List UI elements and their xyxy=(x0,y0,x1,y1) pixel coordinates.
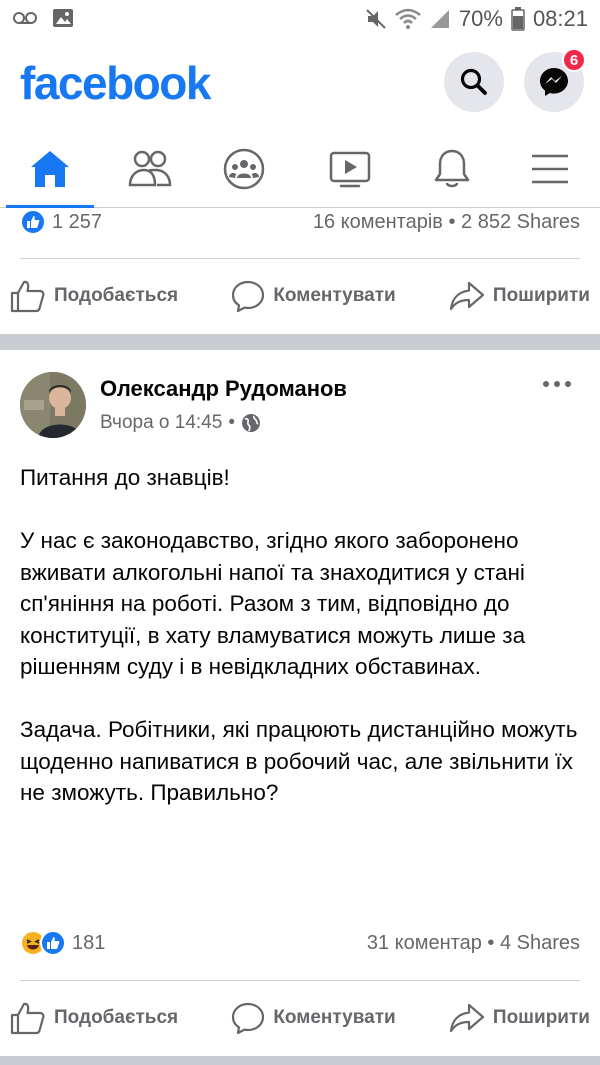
post-header: Олександр Рудоманов Вчора о 14:45 • xyxy=(0,358,600,448)
search-button[interactable] xyxy=(444,52,504,112)
like-button[interactable]: Подобається xyxy=(10,1001,178,1035)
status-bar: 70% 08:21 xyxy=(0,0,600,40)
prev-likes-count: 1 257 xyxy=(52,210,103,233)
post-separator xyxy=(0,334,600,350)
post-reactions[interactable]: 181 xyxy=(20,930,105,956)
reactions-count: 181 xyxy=(72,931,106,954)
clock: 08:21 xyxy=(532,6,588,31)
post-time[interactable]: Вчора о 14:45 xyxy=(100,412,222,434)
post-author[interactable]: Олександр Рудоманов xyxy=(100,376,347,402)
messenger-badge: 6 xyxy=(562,48,586,72)
share-icon xyxy=(449,281,485,311)
gallery-icon xyxy=(53,9,73,27)
like-label: Подобається xyxy=(54,1007,179,1028)
bell-icon xyxy=(434,149,470,188)
share-label: Поширити xyxy=(492,285,590,306)
comment-button[interactable]: Коментувати xyxy=(231,280,396,312)
messenger-icon xyxy=(540,68,568,96)
post-paragraph: У нас є законодавство, згідно якого забо… xyxy=(20,528,526,679)
prev-reactions[interactable]: 1 257 xyxy=(20,209,102,235)
watch-icon xyxy=(329,151,371,188)
post-actions: Подобається Коментувати Поширити xyxy=(0,988,600,1048)
tab-home[interactable] xyxy=(2,130,98,208)
app-header: facebook 6 xyxy=(0,40,600,130)
tab-menu[interactable] xyxy=(502,130,598,208)
post-comments-shares[interactable]: 31 коментар • 4 Shares xyxy=(367,932,580,955)
tab-notifications[interactable] xyxy=(404,130,500,208)
tab-groups[interactable] xyxy=(196,130,292,208)
meta-dot: • xyxy=(228,412,235,433)
groups-icon xyxy=(223,148,265,190)
share-label: Поширити xyxy=(492,1007,590,1028)
post-paragraph: Задача. Робітники, які працюють дистанці… xyxy=(20,717,578,805)
wifi-icon xyxy=(395,8,421,29)
more-options-button[interactable] xyxy=(542,376,572,394)
search-icon xyxy=(460,68,487,95)
comment-label: Коментувати xyxy=(273,1007,396,1028)
avatar[interactable] xyxy=(20,372,86,438)
like-reaction-icon xyxy=(20,209,46,235)
post-summary: 181 31 коментар • 4 Shares xyxy=(0,923,600,963)
post-meta: Вчора о 14:45 • xyxy=(100,412,261,434)
facebook-logo[interactable]: facebook xyxy=(20,56,211,110)
messenger-button[interactable]: 6 xyxy=(524,48,586,112)
divider xyxy=(20,980,580,981)
divider xyxy=(20,258,580,259)
voicemail-icon xyxy=(13,12,37,24)
mute-icon xyxy=(366,9,386,29)
friends-icon xyxy=(128,150,172,187)
like-reaction-icon xyxy=(40,930,66,956)
globe-icon xyxy=(241,414,260,432)
prev-post-actions: Подобається Коментувати Поширити xyxy=(0,266,600,326)
status-right: 70% 08:21 xyxy=(365,6,588,32)
status-left xyxy=(12,8,74,28)
like-icon xyxy=(10,1002,45,1035)
share-button[interactable]: Поширити xyxy=(449,281,590,311)
comment-button[interactable]: Коментувати xyxy=(231,1002,396,1034)
post-body: Питання до знавців! У нас є законодавств… xyxy=(20,462,586,809)
share-button[interactable]: Поширити xyxy=(449,1003,590,1033)
menu-icon xyxy=(532,154,568,184)
tab-friends[interactable] xyxy=(102,130,198,208)
post-separator xyxy=(0,1056,600,1065)
share-icon xyxy=(449,1003,485,1033)
battery-icon xyxy=(511,7,525,31)
like-icon xyxy=(10,280,45,313)
battery-level: 70% xyxy=(458,6,503,31)
reaction-icons xyxy=(20,209,46,235)
more-icon xyxy=(543,381,571,387)
prev-post-summary: 1 257 16 коментарів • 2 852 Shares xyxy=(0,202,600,242)
signal-icon xyxy=(430,10,449,28)
tab-bar xyxy=(0,130,600,208)
like-button[interactable]: Подобається xyxy=(10,279,178,313)
tab-watch[interactable] xyxy=(302,130,398,208)
comment-label: Коментувати xyxy=(273,285,396,306)
post-paragraph: Питання до знавців! xyxy=(20,465,230,490)
home-icon xyxy=(31,151,69,187)
prev-comments-shares[interactable]: 16 коментарів • 2 852 Shares xyxy=(313,211,580,234)
like-label: Подобається xyxy=(54,285,179,306)
comment-icon xyxy=(232,280,265,312)
comment-icon xyxy=(232,1002,265,1034)
reaction-icons xyxy=(20,930,66,956)
